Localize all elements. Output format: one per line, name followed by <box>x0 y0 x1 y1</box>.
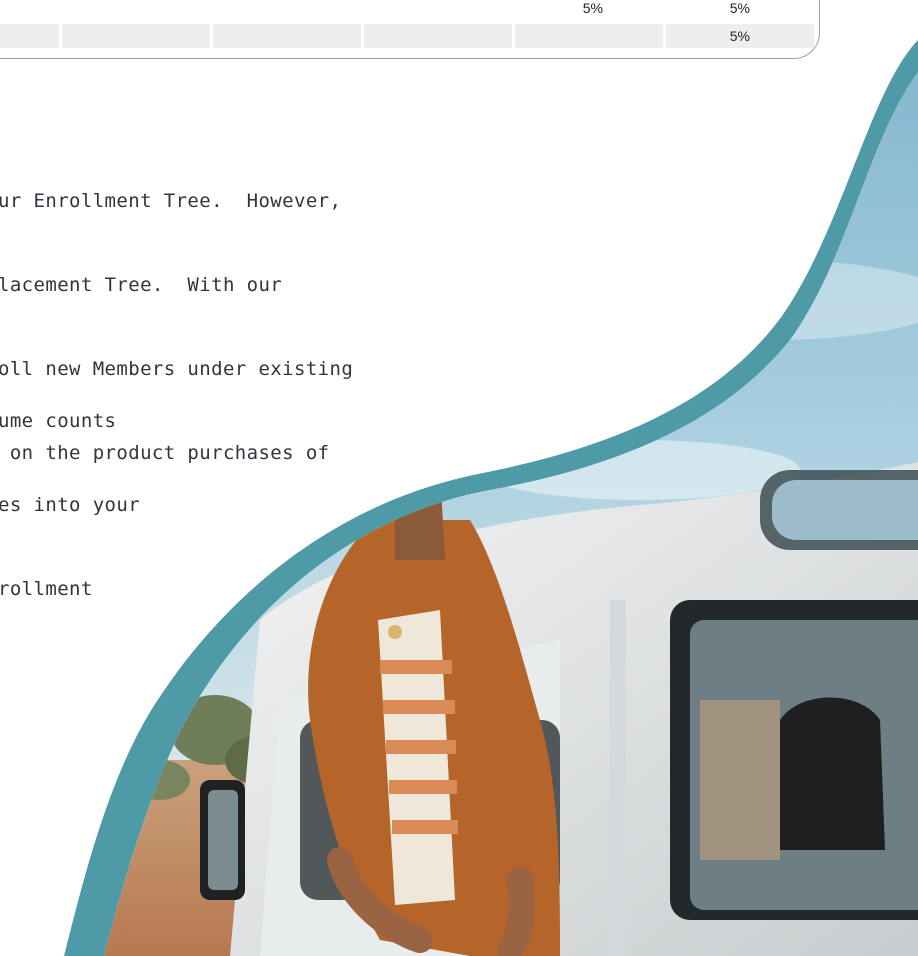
paragraph-line: es into your <box>0 494 141 516</box>
body-paragraph: ume counts es into your rollment <box>0 351 140 659</box>
document-page: 5% 5% 5% ur Enrollment Tree. However, la… <box>0 0 918 956</box>
paragraph-line: lacement Tree. With our <box>0 274 283 296</box>
paragraph-line: ur Enrollment Tree. However, <box>0 190 342 212</box>
paragraph-line: ume counts <box>0 410 117 432</box>
paragraph-line: rollment <box>0 578 93 600</box>
